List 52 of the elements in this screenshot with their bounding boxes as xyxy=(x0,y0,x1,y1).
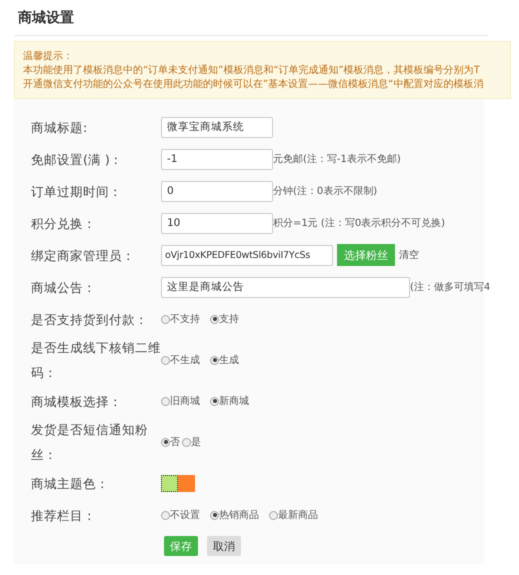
field-label: 是否生成线下核销二维码： xyxy=(31,339,161,382)
field-label: 商城标题: xyxy=(31,118,88,136)
text-field[interactable]: 10 xyxy=(161,212,273,234)
radio-label[interactable]: 旧商城 xyxy=(170,394,200,408)
radio-button[interactable] xyxy=(182,438,191,446)
field-label: 是否支持货到付款： xyxy=(31,310,149,328)
notice-text: 本功能使用了模板消息中的“订单未支付通知”模板消息和“订单完成通知”模板消息，其模板编号分别为T xyxy=(23,64,481,78)
notice-text: 开通微信支付功能的公众号在使用此功能的时候可以在”基本设置——微信模板消息“中配置对应的模板消 xyxy=(23,78,484,92)
text-field[interactable]: -1 xyxy=(161,148,273,170)
radio-label[interactable]: 生成 xyxy=(219,353,239,367)
field-note: 元免邮(注：写-1表示不免邮) xyxy=(273,152,401,166)
radio-label[interactable]: 不设置 xyxy=(170,508,200,522)
field-label: 积分兑换： xyxy=(31,214,97,232)
field-note: (注：做多可填写4 xyxy=(410,280,490,294)
field-label: 商城公告： xyxy=(31,278,97,296)
radio-button[interactable] xyxy=(210,396,219,406)
radio-label[interactable]: 支持 xyxy=(219,312,239,326)
radio-button[interactable] xyxy=(210,510,219,520)
clear-link[interactable]: 清空 xyxy=(399,248,419,262)
radio-label[interactable]: 新商城 xyxy=(219,394,249,408)
page-title: 商城设置 xyxy=(14,0,488,36)
radio-label[interactable]: 是 xyxy=(191,435,201,449)
text-field[interactable]: 这里是商城公告 xyxy=(161,276,410,298)
color-swatch[interactable] xyxy=(178,474,195,492)
radio-label[interactable]: 否 xyxy=(170,435,180,449)
radio-button[interactable] xyxy=(269,510,278,520)
field-label: 发货是否短信通知粉丝： xyxy=(31,421,149,464)
field-label: 商城主题色： xyxy=(31,474,110,492)
color-swatch[interactable] xyxy=(161,474,178,492)
text-field[interactable]: oVjr10xKPEDFE0wtSl6bviI7YcSs xyxy=(161,244,333,266)
field-label: 绑定商家管理员： xyxy=(31,246,136,264)
text-field[interactable]: 微享宝商城系统 xyxy=(161,116,273,138)
field-label: 推荐栏目： xyxy=(31,506,97,524)
radio-label[interactable]: 最新商品 xyxy=(278,508,318,522)
radio-button[interactable] xyxy=(210,314,219,324)
field-note: 积分=1元 (注：写0表示积分不可兑换) xyxy=(273,216,446,230)
radio-button[interactable] xyxy=(161,396,170,406)
cancel-button[interactable]: 取消 xyxy=(207,536,241,556)
field-label: 订单过期时间： xyxy=(31,182,123,200)
radio-label[interactable]: 热销商品 xyxy=(219,508,259,522)
radio-button[interactable] xyxy=(161,356,170,364)
radio-button[interactable] xyxy=(161,314,170,324)
text-field[interactable]: 0 xyxy=(161,180,273,202)
field-note: 分钟(注：0表示不限制) xyxy=(273,184,378,198)
field-label: 商城模板选择： xyxy=(31,392,123,410)
radio-button[interactable] xyxy=(161,438,170,446)
radio-label[interactable]: 不生成 xyxy=(170,353,200,367)
notice-title: 温馨提示： xyxy=(23,50,74,64)
radio-button[interactable] xyxy=(161,510,170,520)
field-label: 免邮设置(满 )： xyxy=(31,150,124,168)
radio-label[interactable]: 不支持 xyxy=(170,312,200,326)
radio-button[interactable] xyxy=(210,356,219,364)
